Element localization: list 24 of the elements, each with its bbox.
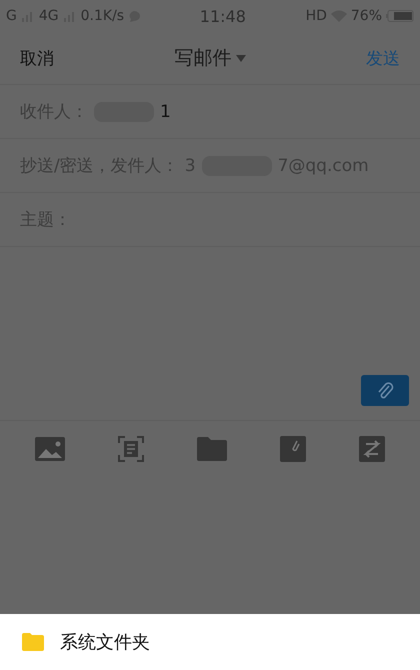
cancel-button[interactable]: 取消 [20,46,54,70]
scan-icon [118,436,144,462]
network-speed: 0.1K/s [80,8,124,24]
paperclip-note-icon [280,436,306,462]
scan-tool-button[interactable] [118,436,144,462]
folder-icon [196,437,227,461]
folder-icon [22,633,44,651]
image-icon [34,437,65,461]
swap-icon [359,436,386,462]
menu-item[interactable]: 系统文件夹 [60,630,150,654]
battery-icon [386,10,414,22]
carrier-label: G [6,8,17,24]
dropdown-caret-icon[interactable] [236,54,246,62]
network-label: 4G [38,8,59,24]
battery-percent: 76% [350,8,382,24]
note-tool-button[interactable] [280,436,306,462]
send-button[interactable]: 发送 [366,46,400,70]
compose-title[interactable]: 写邮件 [174,45,232,71]
folder-tool-button[interactable] [196,437,227,461]
image-tool-button[interactable] [34,437,65,461]
clock-time: 11:48 [198,6,247,26]
attachment-button[interactable] [361,375,409,406]
hd-label: HD [306,8,327,24]
swap-tool-button[interactable] [359,436,386,462]
